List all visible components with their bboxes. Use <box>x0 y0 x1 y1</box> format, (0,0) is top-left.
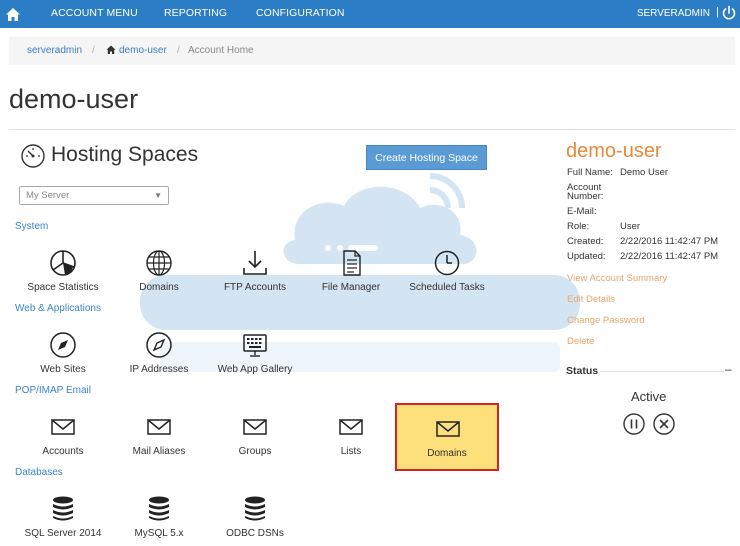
server-select-value: My Server <box>26 190 70 201</box>
pause-icon[interactable] <box>623 413 645 435</box>
breadcrumb-serveradmin[interactable]: serveradmin <box>27 45 82 56</box>
tile-ftp-accounts[interactable]: FTP Accounts <box>207 242 303 308</box>
tile-label: Groups <box>238 446 272 457</box>
stop-icon[interactable] <box>653 413 675 435</box>
collapse-toggle[interactable]: – <box>725 362 732 376</box>
view-account-summary-link[interactable]: View Account Summary <box>567 273 667 284</box>
status-heading: Status <box>566 365 599 377</box>
status-divider <box>600 371 724 372</box>
account-number-label-line2: Number: <box>567 191 604 202</box>
breadcrumb-demo-user[interactable]: demo-user <box>119 45 167 56</box>
tile-web-app-gallery[interactable]: Web App Gallery <box>207 324 303 390</box>
envelope-icon <box>436 421 460 437</box>
tile-file-manager[interactable]: File Manager <box>303 242 399 308</box>
tile-label: File Manager <box>321 282 381 293</box>
tile-mysql[interactable]: MySQL 5.x <box>111 488 207 546</box>
home-icon <box>106 45 116 54</box>
breadcrumb: serveradmin / demo-user / Account Home <box>9 37 735 65</box>
tile-label: FTP Accounts <box>223 282 287 293</box>
home-button[interactable] <box>0 0 26 28</box>
page-title: demo-user <box>9 84 139 114</box>
create-hosting-space-button[interactable]: Create Hosting Space <box>366 145 487 170</box>
created-value: 2/22/2016 11:42:47 PM <box>620 236 719 247</box>
clock-icon <box>434 250 460 276</box>
document-icon <box>343 250 361 276</box>
envelope-icon <box>51 419 75 435</box>
database-icon <box>53 496 73 521</box>
breadcrumb-current: Account Home <box>188 45 254 56</box>
tile-lists[interactable]: Lists <box>303 406 399 472</box>
edit-details-link[interactable]: Edit Details <box>567 294 615 305</box>
tile-groups[interactable]: Groups <box>207 406 303 472</box>
full-name-label: Full Name: <box>567 167 613 178</box>
updated-label: Updated: <box>567 251 606 262</box>
database-icon <box>149 496 169 521</box>
power-icon[interactable] <box>720 4 738 22</box>
user-menu[interactable]: SERVERADMIN <box>637 8 710 19</box>
change-password-link[interactable]: Change Password <box>567 315 645 326</box>
caret-down-icon: ▼ <box>154 191 162 200</box>
envelope-icon <box>339 419 363 435</box>
tile-label: Web App Gallery <box>217 364 293 375</box>
envelope-icon <box>147 419 171 435</box>
database-icon <box>245 496 265 521</box>
keyboard-monitor-icon <box>243 334 267 357</box>
tile-ip-addresses[interactable]: IP Addresses <box>111 324 207 390</box>
tile-label: Scheduled Tasks <box>409 282 485 293</box>
tile-scheduled-tasks[interactable]: Scheduled Tasks <box>399 242 495 308</box>
nav-configuration[interactable]: CONFIGURATION <box>256 7 345 19</box>
status-value: Active <box>631 389 667 404</box>
tile-label: ODBC DSNs <box>226 528 284 539</box>
section-label-system: System <box>15 221 49 232</box>
role-value: User <box>620 221 641 232</box>
tile-label: MySQL 5.x <box>134 528 184 539</box>
nav-reporting[interactable]: REPORTING <box>164 7 227 19</box>
tile-label: SQL Server 2014 <box>24 528 102 539</box>
hosting-spaces-title: Hosting Spaces <box>51 143 199 166</box>
email-label: E-Mail: <box>567 206 597 217</box>
account-name-heading: demo-user <box>566 140 662 162</box>
server-select[interactable]: My Server ▼ <box>19 186 169 205</box>
role-label: Role: <box>567 221 590 232</box>
download-icon <box>243 251 267 275</box>
tile-label: Web Sites <box>40 364 86 375</box>
tile-label: Domains <box>139 282 179 293</box>
tile-space-statistics[interactable]: Space Statistics <box>15 242 111 308</box>
tile-label: Domains <box>427 448 467 459</box>
divider <box>9 129 735 130</box>
compass-icon <box>50 332 76 358</box>
tile-accounts[interactable]: Accounts <box>15 406 111 472</box>
tile-label: IP Addresses <box>129 364 189 375</box>
envelope-icon <box>243 419 267 435</box>
tile-label: Space Statistics <box>27 282 99 293</box>
user-separator: | <box>716 6 719 18</box>
top-nav-bar: ACCOUNT MENU REPORTING CONFIGURATION SER… <box>0 0 740 28</box>
globe-icon <box>146 250 172 276</box>
tile-email-domains[interactable]: Domains <box>395 403 499 471</box>
breadcrumb-separator: / <box>177 45 180 56</box>
dashboard-gauge-icon <box>21 144 45 168</box>
delete-link[interactable]: Delete <box>567 336 594 347</box>
tile-odbc-dsns[interactable]: ODBC DSNs <box>207 488 303 546</box>
tile-label: Lists <box>340 446 362 457</box>
tile-label: Mail Aliases <box>132 446 186 457</box>
breadcrumb-separator: / <box>92 45 95 56</box>
created-label: Created: <box>567 236 604 247</box>
tile-web-sites[interactable]: Web Sites <box>15 324 111 390</box>
updated-value: 2/22/2016 11:42:47 PM <box>620 251 719 262</box>
tile-domains[interactable]: Domains <box>111 242 207 308</box>
tile-mail-aliases[interactable]: Mail Aliases <box>111 406 207 472</box>
compass-icon <box>146 332 172 358</box>
tile-sql-server[interactable]: SQL Server 2014 <box>15 488 111 546</box>
nav-account-menu[interactable]: ACCOUNT MENU <box>51 7 138 19</box>
full-name-value: Demo User <box>620 167 669 178</box>
tile-label: Accounts <box>42 446 84 457</box>
pie-chart-icon <box>50 250 76 276</box>
home-icon <box>6 7 20 21</box>
